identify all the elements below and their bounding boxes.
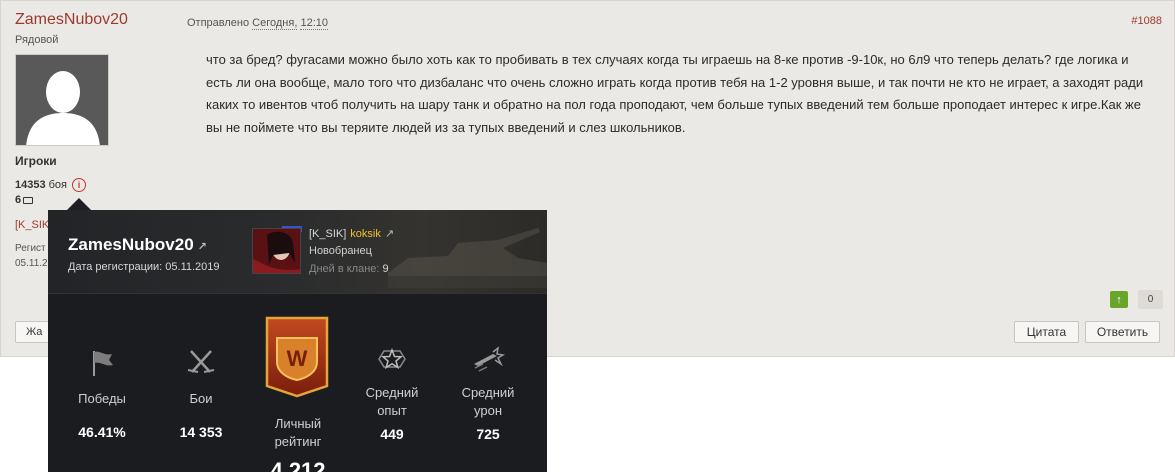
stat-wins-label: Победы (78, 391, 126, 406)
author-clan-tag[interactable]: [K_SIK (15, 219, 49, 231)
stat-damage: Средний урон 725 (438, 344, 538, 442)
popup-name-text: ZamesNubov20 (68, 235, 194, 254)
popup-clan-nick[interactable]: koksik (350, 228, 381, 240)
popup-reg-date: Дата регистрации: 05.11.2019 (68, 261, 220, 273)
svg-text:W: W (287, 346, 308, 371)
reg-label: Регист (15, 243, 46, 254)
clan-days-label: Дней в клане: (309, 263, 380, 275)
post-number-link[interactable]: #1088 (1131, 15, 1162, 27)
tank-background-icon (388, 228, 547, 288)
author-rank: Рядовой (15, 34, 59, 46)
popup-player-name[interactable]: ZamesNubov20 ↗ (68, 235, 207, 255)
clan-days-value: 9 (382, 263, 389, 275)
stat-damage-value: 725 (476, 426, 500, 442)
stat-rating-label: Личный рейтинг (274, 416, 322, 449)
popup-clan-days: Дней в клане: 9 (309, 263, 389, 275)
flag-icon (93, 351, 113, 376)
stat-battles-label: Бои (189, 391, 213, 406)
vote-count: 0 (1138, 290, 1163, 309)
stat-battles-value: 14 353 (179, 424, 223, 440)
stat-xp: Средний опыт 449 (342, 344, 442, 442)
external-link-icon[interactable]: ↗ (385, 227, 394, 240)
reg-date: 05.11.2 (15, 258, 48, 269)
stat-battles: Бои 14 353 (151, 348, 251, 440)
post-date: Отправлено Сегодня, 12:10 (187, 17, 328, 30)
date-time: 12:10 (300, 17, 328, 30)
stat-rating-value: 4 212 (270, 458, 326, 472)
star-icon (378, 347, 406, 370)
author-registration: Регист 05.11.2 (15, 241, 48, 271)
popup-clan-line: [K_SIK] koksik ↗ (309, 227, 394, 241)
battles-count: 14353 (15, 179, 46, 191)
stat-xp-label: Средний опыт (365, 385, 419, 418)
date-prefix: Отправлено (187, 17, 250, 29)
default-avatar-icon (16, 55, 108, 145)
reply-button[interactable]: Ответить (1085, 321, 1160, 343)
clan-emblem-icon[interactable] (252, 228, 301, 274)
stat-wins: Победы 46.41% (52, 348, 152, 440)
crossed-swords-icon (187, 350, 215, 373)
popup-clan-tag[interactable]: [K_SIK] (309, 228, 346, 240)
player-card-popup: ZamesNubov20 ↗ Дата регистрации: 05.11.20… (48, 210, 547, 472)
battles-word: боя (48, 179, 67, 191)
date-day: Сегодня, (252, 17, 298, 30)
external-link-icon[interactable]: ↗ (198, 241, 207, 253)
post-body: что за бред? фугасами можно было хоть ка… (206, 52, 1144, 135)
author-messages: 6 (15, 194, 34, 206)
stat-xp-value: 449 (380, 426, 404, 442)
author-battles: 14353 боя i (15, 178, 86, 192)
popup-clan-role: Новобранец (309, 245, 372, 257)
avatar[interactable] (15, 54, 109, 146)
messages-count: 6 (15, 194, 22, 206)
author-name[interactable]: ZamesNubov20 (15, 11, 128, 29)
author-group: Игроки (15, 154, 57, 168)
popup-header: ZamesNubov20 ↗ Дата регистрации: 05.11.20… (48, 210, 547, 294)
quote-button[interactable]: Цитата (1014, 321, 1079, 343)
clan-portrait-icon (253, 229, 300, 273)
vote-up-button[interactable]: ↑ (1110, 291, 1128, 308)
shell-explosion-icon (474, 346, 505, 372)
rating-emblem-icon: W (265, 316, 329, 398)
chat-icon (23, 196, 34, 204)
stat-wins-value: 46.41% (78, 424, 126, 440)
info-icon[interactable]: i (71, 178, 86, 192)
stat-damage-label: Средний урон (461, 385, 515, 418)
